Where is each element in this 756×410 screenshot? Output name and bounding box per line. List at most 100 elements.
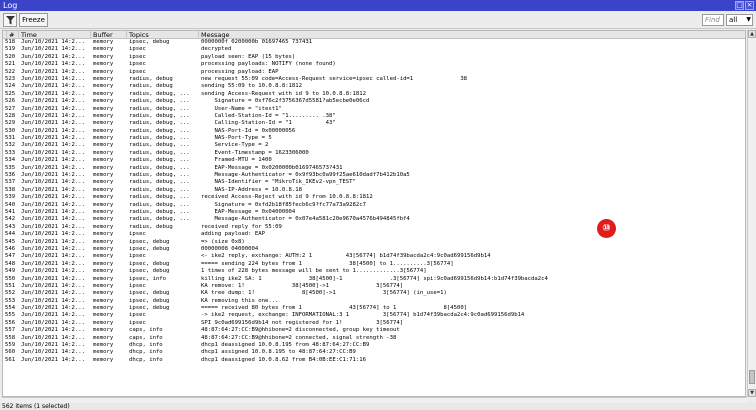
row-buffer: memory bbox=[93, 90, 114, 97]
freeze-button[interactable]: Freeze bbox=[19, 13, 48, 27]
table-row[interactable]: 537 Jun/10/2021 14:2... memory radius, debu… bbox=[3, 179, 745, 186]
row-message: processing payload: EAP bbox=[201, 68, 279, 75]
table-row[interactable]: 522 Jun/10/2021 14:2... memory ipsec process… bbox=[3, 68, 745, 76]
scroll-thumb[interactable] bbox=[749, 370, 755, 384]
row-topics: radius, debug, ... bbox=[129, 105, 190, 112]
row-topics: radius, debug, ... bbox=[129, 90, 190, 97]
table-row[interactable]: 549 Jun/10/2021 14:2... memory ipsec, debug… bbox=[3, 268, 745, 275]
table-row[interactable]: 541 Jun/10/2021 14:2... memory radius, debu… bbox=[3, 208, 745, 216]
maximize-button[interactable]: □ bbox=[735, 1, 744, 10]
row-message: EAP-Message = 0x0200000b0169746573?431 bbox=[201, 164, 343, 171]
table-row[interactable]: 535 Jun/10/2021 14:2... memory radius, debu… bbox=[3, 164, 745, 172]
row-time: Jun/10/2021 14:2... bbox=[21, 238, 85, 245]
table-row[interactable]: 531 Jun/10/2021 14:2... memory radius, debu… bbox=[3, 135, 745, 142]
row-message: sending Access-Request with id 9 to 10.0… bbox=[201, 90, 367, 97]
table-row[interactable]: 558 Jun/10/2021 14:2... memory caps, info 48… bbox=[3, 334, 745, 342]
table-row[interactable]: 550 Jun/10/2021 14:2... memory ipsec, info k… bbox=[3, 276, 745, 283]
column-header-message[interactable]: Message bbox=[199, 31, 745, 39]
table-row[interactable]: 529 Jun/10/2021 14:2... memory radius, debu… bbox=[3, 120, 745, 127]
table-row[interactable]: 557 Jun/10/2021 14:2... memory caps, info 48… bbox=[3, 327, 745, 334]
table-row[interactable]: 547 Jun/10/2021 14:2... memory ipsec <- ike2… bbox=[3, 253, 745, 260]
table-row[interactable]: 534 Jun/10/2021 14:2... memory radius, debu… bbox=[3, 157, 745, 164]
find-scope-select[interactable]: all ▼ bbox=[726, 14, 753, 26]
table-row[interactable]: 545 Jun/10/2021 14:2... memory ipsec, debug… bbox=[3, 238, 745, 246]
table-row[interactable]: 518 Jun/10/2021 14:2... memory ipsec, debug… bbox=[3, 39, 745, 46]
table-row[interactable]: 551 Jun/10/2021 14:2... memory ipsec KA remo… bbox=[3, 282, 745, 290]
row-topics: ipsec, debug bbox=[129, 238, 170, 245]
row-message: SPI 9c0ad699156d9b14 not registered for … bbox=[201, 319, 404, 326]
row-number: 523 bbox=[5, 75, 16, 82]
table-row[interactable]: 526 Jun/10/2021 14:2... memory radius, debu… bbox=[3, 98, 745, 105]
table-row[interactable]: 553 Jun/10/2021 14:2... memory ipsec, debug… bbox=[3, 298, 745, 305]
row-topics: ipsec bbox=[129, 319, 146, 326]
table-row[interactable]: 559 Jun/10/2021 14:2... memory dhcp, info dh… bbox=[3, 342, 745, 349]
row-buffer: memory bbox=[93, 334, 114, 341]
table-row[interactable]: 560 Jun/10/2021 14:2... memory dhcp, info dh… bbox=[3, 349, 745, 356]
row-topics: ipsec, debug bbox=[129, 245, 170, 252]
table-row[interactable]: 528 Jun/10/2021 14:2... memory radius, debu… bbox=[3, 113, 745, 120]
row-time: Jun/10/2021 14:2... bbox=[21, 245, 85, 252]
table-row[interactable]: 519 Jun/10/2021 14:2... memory ipsec decrypt… bbox=[3, 46, 745, 53]
row-topics: radius, debug, ... bbox=[129, 208, 190, 215]
row-topics: ipsec bbox=[129, 231, 146, 238]
table-row[interactable]: 539 Jun/10/2021 14:2... memory radius, debu… bbox=[3, 194, 745, 201]
column-header-buffer[interactable]: Buffer bbox=[91, 31, 127, 39]
row-time: Jun/10/2021 14:2... bbox=[21, 46, 85, 53]
table-row[interactable]: 532 Jun/10/2021 14:2... memory radius, debu… bbox=[3, 142, 745, 149]
row-message: Signature = 0xf76c2f3756367d5581?ab5ecbe… bbox=[201, 98, 370, 105]
vertical-scrollbar[interactable]: ▲ ▼ bbox=[747, 30, 756, 397]
column-header-time[interactable]: Time bbox=[19, 31, 91, 39]
row-time: Jun/10/2021 14:2... bbox=[21, 253, 85, 260]
row-message: dhcp1 deassigned 10.0.8.195 from 48:87:6… bbox=[201, 342, 370, 349]
row-number: 557 bbox=[5, 327, 16, 334]
table-row[interactable]: 552 Jun/10/2021 14:2... memory ipsec, debug… bbox=[3, 290, 745, 297]
column-header-number[interactable]: # bbox=[7, 31, 19, 39]
row-time: Jun/10/2021 14:2... bbox=[21, 356, 85, 363]
find-input[interactable]: Find bbox=[702, 14, 724, 26]
table-row[interactable]: 555 Jun/10/2021 14:2... memory ipsec -> ike2… bbox=[3, 312, 745, 319]
row-message: ===== sending 224 bytes from 1 38[4500] … bbox=[201, 260, 454, 267]
table-row[interactable]: 538 Jun/10/2021 14:2... memory radius, debu… bbox=[3, 187, 745, 194]
close-button[interactable]: × bbox=[745, 1, 754, 10]
row-number: 541 bbox=[5, 208, 16, 215]
table-row[interactable]: 523 Jun/10/2021 14:2... memory radius, debu… bbox=[3, 75, 745, 83]
table-row[interactable]: 520 Jun/10/2021 14:2... memory ipsec payload… bbox=[3, 54, 745, 61]
table-row[interactable]: 536 Jun/10/2021 14:2... memory radius, debu… bbox=[3, 172, 745, 179]
column-header-topics[interactable]: Topics bbox=[127, 31, 199, 39]
scroll-up-icon[interactable]: ▲ bbox=[748, 30, 756, 38]
row-topics: ipsec bbox=[129, 46, 146, 53]
log-window: Log □ × Freeze Find all ▼ # Time Buffer … bbox=[0, 0, 756, 410]
table-row[interactable]: 525 Jun/10/2021 14:2... memory radius, debu… bbox=[3, 90, 745, 98]
row-number: 561 bbox=[5, 356, 16, 363]
table-row[interactable]: 530 Jun/10/2021 14:2... memory radius, debu… bbox=[3, 128, 745, 135]
table-row[interactable]: 527 Jun/10/2021 14:2... memory radius, debu… bbox=[3, 105, 745, 113]
table-row[interactable]: 542 Jun/10/2021 14:2... memory radius, debu… bbox=[3, 216, 745, 223]
row-message: adding payload: EAP bbox=[201, 231, 265, 238]
filter-button[interactable] bbox=[3, 13, 17, 27]
row-number: 542 bbox=[5, 216, 16, 223]
table-row[interactable]: 540 Jun/10/2021 14:2... memory radius, debu… bbox=[3, 202, 745, 209]
table-row[interactable]: 543 Jun/10/2021 14:2... memory radius, debu… bbox=[3, 224, 745, 231]
log-table: # Time Buffer Topics Message 518 Jun/10/2… bbox=[2, 30, 746, 397]
row-message: KA remove: 1! 38[4500]->1 3[56774] bbox=[201, 282, 404, 289]
row-number: 552 bbox=[5, 290, 16, 297]
table-row[interactable]: 544 Jun/10/2021 14:2... memory ipsec adding … bbox=[3, 231, 745, 238]
row-buffer: memory bbox=[93, 356, 114, 363]
table-row[interactable]: 533 Jun/10/2021 14:2... memory radius, debu… bbox=[3, 150, 745, 157]
row-buffer: memory bbox=[93, 120, 114, 127]
table-row[interactable]: 561 Jun/10/2021 14:2... memory dhcp, info dh… bbox=[3, 356, 745, 364]
scroll-down-icon[interactable]: ▼ bbox=[748, 389, 756, 397]
row-buffer: memory bbox=[93, 319, 114, 326]
table-row[interactable]: 548 Jun/10/2021 14:2... memory ipsec, debug… bbox=[3, 260, 745, 268]
table-row[interactable]: 554 Jun/10/2021 14:2... memory ipsec, debug… bbox=[3, 305, 745, 312]
row-number: 547 bbox=[5, 253, 16, 260]
table-row[interactable]: 546 Jun/10/2021 14:2... memory ipsec, debug… bbox=[3, 245, 745, 253]
row-topics: radius, debug, ... bbox=[129, 172, 190, 179]
row-buffer: memory bbox=[93, 83, 114, 90]
table-row[interactable]: 556 Jun/10/2021 14:2... memory ipsec SPI 9c0… bbox=[3, 319, 745, 327]
table-row[interactable]: 524 Jun/10/2021 14:2... memory radius, debu… bbox=[3, 83, 745, 90]
row-time: Jun/10/2021 14:2... bbox=[21, 349, 85, 356]
row-time: Jun/10/2021 14:2... bbox=[21, 98, 85, 105]
table-row[interactable]: 521 Jun/10/2021 14:2... memory ipsec process… bbox=[3, 61, 745, 68]
row-topics: radius, debug, ... bbox=[129, 120, 190, 127]
